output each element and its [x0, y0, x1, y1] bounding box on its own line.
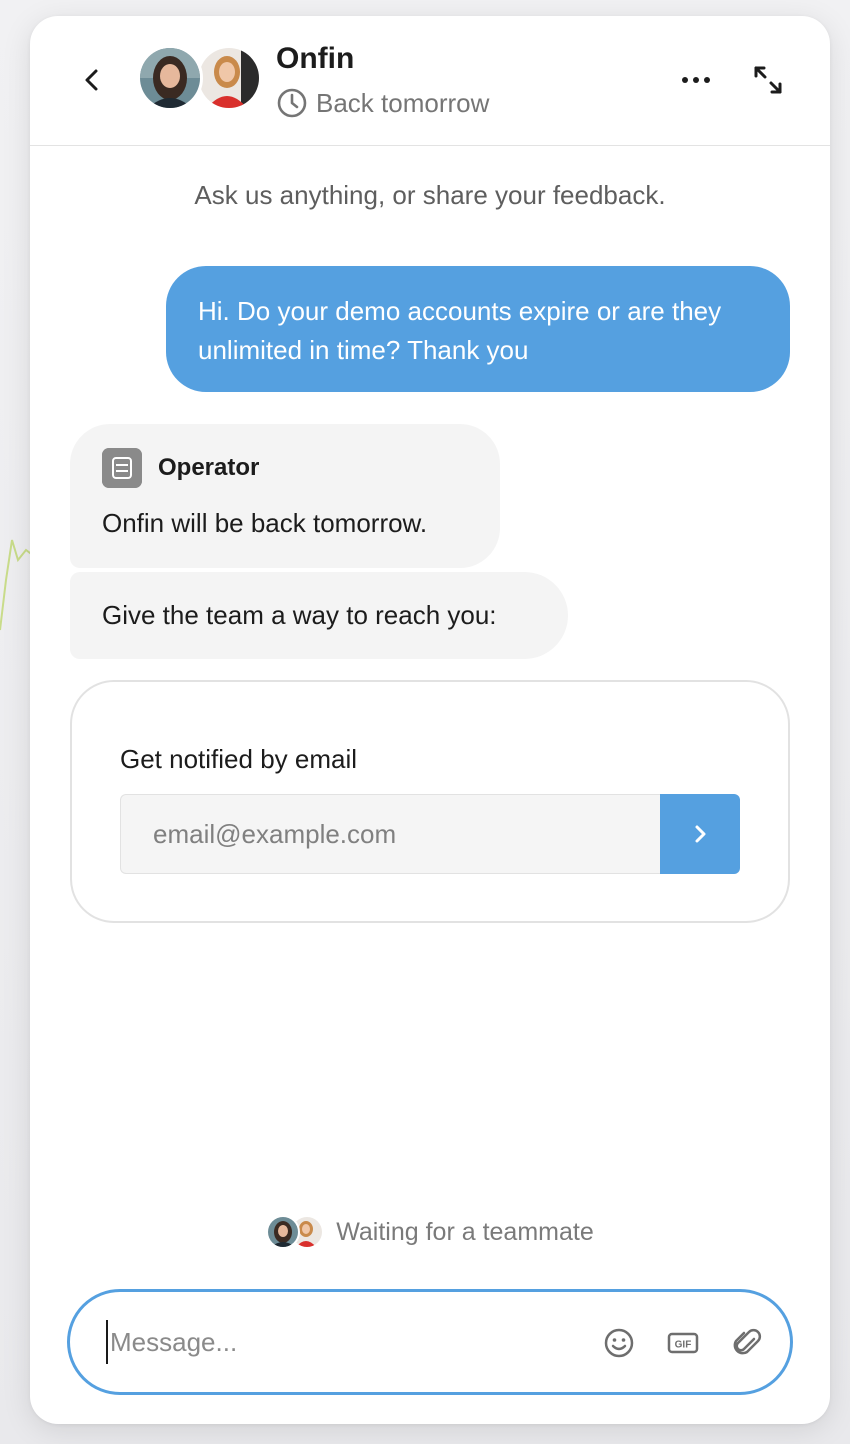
availability-status: Back tomorrow — [276, 86, 489, 120]
email-submit-button[interactable] — [660, 794, 740, 874]
waiting-text: Waiting for a teammate — [336, 1217, 594, 1246]
status-text: Back tomorrow — [316, 87, 490, 118]
gif-icon[interactable]: GIF — [666, 1326, 700, 1360]
operator-message-bubble: Operator Onfin will be back tomorrow. — [70, 424, 500, 568]
email-notify-card: Get notified by email — [70, 680, 790, 923]
operator-name: Operator — [158, 454, 260, 481]
teammate-avatars-small — [266, 1215, 325, 1249]
operator-bot-icon — [102, 448, 142, 488]
operator-message-2: Give the team a way to reach you: — [102, 600, 497, 630]
emoji-icon[interactable] — [602, 1326, 636, 1360]
paperclip-icon[interactable] — [730, 1326, 764, 1360]
avatar-small-1 — [266, 1215, 301, 1249]
svg-text:GIF: GIF — [675, 1340, 692, 1351]
avatar-teammate-1 — [137, 45, 203, 111]
message-input[interactable] — [106, 1320, 546, 1364]
email-field[interactable] — [120, 794, 662, 874]
user-message-bubble: Hi. Do your demo accounts expire or are … — [166, 266, 790, 392]
chevron-left-icon[interactable] — [76, 64, 108, 96]
notify-title: Get notified by email — [120, 744, 358, 774]
expand-icon[interactable] — [750, 62, 786, 98]
chat-header: Onfin Back tomorrow — [30, 16, 830, 146]
clock-icon — [277, 88, 307, 118]
message-composer: GIF — [67, 1289, 793, 1395]
chat-widget: Onfin Back tomorrow Ask us anything, or … — [30, 16, 830, 1424]
more-horizontal-icon[interactable] — [676, 68, 716, 92]
operator-message-bubble-2: Give the team a way to reach you: — [70, 572, 568, 659]
avatar-teammate-2 — [196, 45, 262, 111]
waiting-indicator: Waiting for a teammate — [30, 1214, 830, 1250]
chevron-right-icon — [695, 825, 706, 843]
team-name: Onfin — [276, 42, 355, 75]
intro-text: Ask us anything, or share your feedback. — [194, 180, 666, 210]
operator-message: Onfin will be back tomorrow. — [102, 508, 428, 538]
